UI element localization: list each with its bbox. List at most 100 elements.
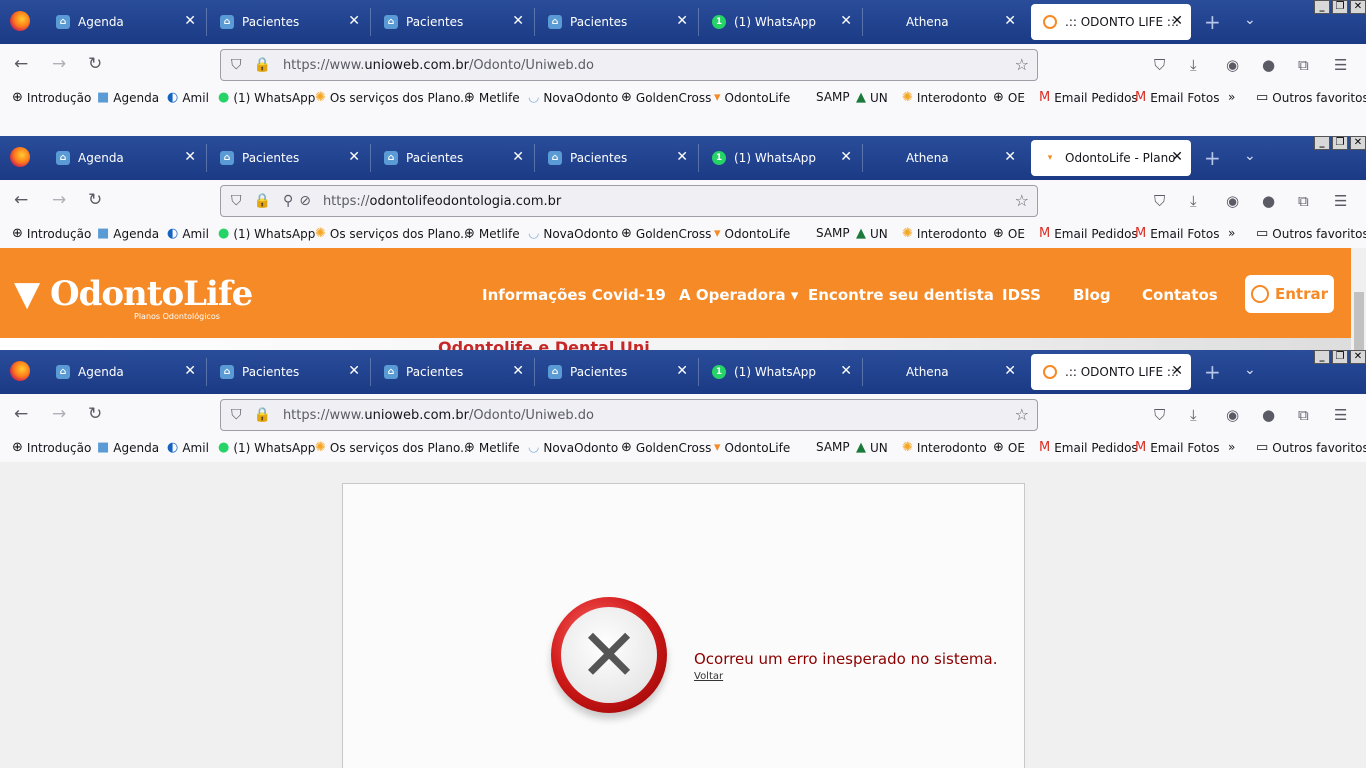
lock-icon[interactable]: 🔒 <box>254 193 271 209</box>
chevron-down-icon[interactable]: ⌄ <box>1244 12 1256 28</box>
nav-idss[interactable]: IDSS <box>1002 286 1041 304</box>
download-icon[interactable]: ⤓ <box>1190 56 1197 74</box>
close-window-icon[interactable]: ✕ <box>1350 350 1366 364</box>
bookmark-oe[interactable]: ⊕ OE <box>993 440 1025 455</box>
url-bar[interactable]: ⛉ 🔒 https://www.unioweb.com.br/Odonto/Un… <box>220 399 1038 431</box>
url-text[interactable]: https://www.unioweb.com.br/Odonto/Uniweb… <box>283 58 594 73</box>
reload-icon[interactable]: ↻ <box>88 404 102 424</box>
new-tab-icon[interactable]: + <box>1204 146 1221 170</box>
url-text[interactable]: https://www.unioweb.com.br/Odonto/Uniweb… <box>283 408 594 423</box>
extension-icon[interactable]: ● <box>1262 56 1275 74</box>
extensions-icon[interactable]: ⧉ <box>1298 406 1309 424</box>
back-icon[interactable]: ← <box>14 190 28 210</box>
bookmark-email-pedidos[interactable]: M Email Pedidos <box>1039 226 1138 241</box>
account-icon[interactable]: ◉ <box>1226 406 1239 424</box>
bookmark-outros-favoritos[interactable]: ▭ Outros favoritos <box>1256 226 1366 241</box>
new-tab-icon[interactable]: + <box>1204 360 1221 384</box>
bookmark-metlife[interactable]: ⊕ Metlife <box>464 440 520 455</box>
bookmark-outros-favoritos[interactable]: ▭ Outros favoritos <box>1256 90 1366 105</box>
bookmark-star-icon[interactable]: ☆ <box>1015 55 1029 74</box>
close-icon[interactable]: ✕ <box>1171 13 1183 29</box>
tab-pacientes-1[interactable]: ⌂ Pacientes ✕ <box>208 140 368 176</box>
tracking-blocked-icon[interactable]: ⊘ <box>299 193 311 209</box>
bookmark-amil[interactable]: ◐ Amil <box>167 226 209 241</box>
account-icon[interactable]: ◉ <box>1226 56 1239 74</box>
close-window-icon[interactable]: ✕ <box>1350 136 1366 150</box>
close-icon[interactable]: ✕ <box>512 363 524 379</box>
tab-odontolife[interactable]: ▾ OdontoLife - Plano Od ✕ <box>1031 140 1191 176</box>
bookmark-goldencross[interactable]: ⊕ GoldenCross <box>621 90 711 105</box>
close-icon[interactable]: ✕ <box>676 13 688 29</box>
bookmark-servicos[interactable]: ✺ Os serviços dos Plano... <box>315 226 472 241</box>
login-button[interactable]: Entrar <box>1245 275 1334 313</box>
permissions-icon[interactable]: ⚲ <box>283 193 293 209</box>
nav-contatos[interactable]: Contatos <box>1142 286 1218 304</box>
bookmark-star-icon[interactable]: ☆ <box>1015 191 1029 210</box>
bookmark-agenda[interactable]: ■ Agenda <box>97 440 159 455</box>
tab-pacientes-1[interactable]: ⌂ Pacientes ✕ <box>208 354 368 390</box>
tab-athena[interactable]: Athena ✕ <box>864 140 1024 176</box>
nav-covid[interactable]: Informações Covid-19 <box>482 286 666 304</box>
bookmark-metlife[interactable]: ⊕ Metlife <box>464 226 520 241</box>
pocket-icon[interactable]: ⛉ <box>1154 56 1165 74</box>
bookmarks-overflow[interactable]: » <box>1228 226 1235 240</box>
tab-agenda[interactable]: ⌂ Agenda ✕ <box>44 354 204 390</box>
close-icon[interactable]: ✕ <box>184 149 196 165</box>
tab-whatsapp[interactable]: 1 (1) WhatsApp ✕ <box>700 140 860 176</box>
menu-icon[interactable]: ☰ <box>1334 56 1347 74</box>
bookmark-introducao[interactable]: ⊕ Introdução <box>12 226 91 241</box>
minimize-icon[interactable]: _ <box>1314 136 1330 150</box>
close-icon[interactable]: ✕ <box>348 149 360 165</box>
nav-encontre-dentista[interactable]: Encontre seu dentista <box>808 286 994 304</box>
close-icon[interactable]: ✕ <box>676 149 688 165</box>
bookmarks-overflow[interactable]: » <box>1228 90 1235 104</box>
bookmark-samp[interactable]: SAMP <box>816 90 850 104</box>
tab-pacientes-2[interactable]: ⌂ Pacientes ✕ <box>372 354 532 390</box>
scrollbar-thumb[interactable] <box>1354 292 1364 350</box>
bookmark-email-pedidos[interactable]: M Email Pedidos <box>1039 440 1138 455</box>
bookmark-interodonto[interactable]: ✺ Interodonto <box>902 440 987 455</box>
tab-whatsapp[interactable]: 1 (1) WhatsApp ✕ <box>700 354 860 390</box>
lock-icon[interactable]: 🔒 <box>254 407 271 423</box>
bookmark-samp[interactable]: SAMP <box>816 226 850 240</box>
bookmark-agenda[interactable]: ■ Agenda <box>97 226 159 241</box>
extensions-icon[interactable]: ⧉ <box>1298 192 1309 210</box>
bookmark-samp[interactable]: SAMP <box>816 440 850 454</box>
tab-pacientes-3[interactable]: ⌂ Pacientes ✕ <box>536 140 696 176</box>
close-window-icon[interactable]: ✕ <box>1350 0 1366 14</box>
bookmark-goldencross[interactable]: ⊕ GoldenCross <box>621 440 711 455</box>
bookmark-star-icon[interactable]: ☆ <box>1015 405 1029 424</box>
shield-icon[interactable]: ⛉ <box>231 193 242 209</box>
new-tab-icon[interactable]: + <box>1204 10 1221 34</box>
nav-blog[interactable]: Blog <box>1073 286 1111 304</box>
minimize-icon[interactable]: _ <box>1314 350 1330 364</box>
bookmark-agenda[interactable]: ■ Agenda <box>97 90 159 105</box>
back-icon[interactable]: ← <box>14 404 28 424</box>
extensions-icon[interactable]: ⧉ <box>1298 56 1309 74</box>
bookmark-outros-favoritos[interactable]: ▭ Outros favoritos <box>1256 440 1366 455</box>
close-icon[interactable]: ✕ <box>1171 149 1183 165</box>
tab-odontolife[interactable]: .:: ODONTO LIFE ::. ✕ <box>1031 4 1191 40</box>
close-icon[interactable]: ✕ <box>1004 13 1016 29</box>
url-bar[interactable]: ⛉ 🔒 https://www.unioweb.com.br/Odonto/Un… <box>220 49 1038 81</box>
bookmark-novaodonto[interactable]: ◡ NovaOdonto <box>528 440 618 455</box>
menu-icon[interactable]: ☰ <box>1334 406 1347 424</box>
tab-agenda[interactable]: ⌂ Agenda ✕ <box>44 140 204 176</box>
reload-icon[interactable]: ↻ <box>88 190 102 210</box>
tab-pacientes-2[interactable]: ⌂ Pacientes ✕ <box>372 4 532 40</box>
tab-pacientes-3[interactable]: ⌂ Pacientes ✕ <box>536 354 696 390</box>
tab-agenda[interactable]: ⌂ Agenda ✕ <box>44 4 204 40</box>
close-icon[interactable]: ✕ <box>840 149 852 165</box>
tab-odontolife[interactable]: .:: ODONTO LIFE ::. ✕ <box>1031 354 1191 390</box>
forward-icon[interactable]: → <box>52 190 66 210</box>
forward-icon[interactable]: → <box>52 404 66 424</box>
close-icon[interactable]: ✕ <box>348 363 360 379</box>
close-icon[interactable]: ✕ <box>840 13 852 29</box>
bookmark-whatsapp[interactable]: ● (1) WhatsApp <box>218 226 315 241</box>
download-icon[interactable]: ⤓ <box>1190 192 1197 210</box>
close-icon[interactable]: ✕ <box>676 363 688 379</box>
close-icon[interactable]: ✕ <box>348 13 360 29</box>
back-icon[interactable]: ← <box>14 54 28 74</box>
bookmark-un[interactable]: ▲ UN <box>856 90 888 105</box>
bookmark-novaodonto[interactable]: ◡ NovaOdonto <box>528 226 618 241</box>
